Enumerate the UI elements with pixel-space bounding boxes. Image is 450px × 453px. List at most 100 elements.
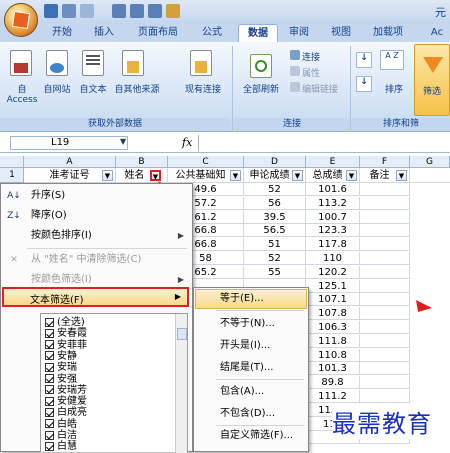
grid-cell[interactable]: 101.6 — [306, 183, 360, 196]
tab-addins[interactable]: 加载项 — [368, 24, 408, 42]
from-text-button[interactable]: 自文本 — [76, 82, 110, 95]
checklist-item[interactable]: 安静 — [45, 351, 77, 362]
checkbox-icon[interactable] — [45, 419, 54, 429]
connections-button[interactable]: 连接 — [302, 50, 332, 63]
grid-cell[interactable]: 51 — [244, 238, 306, 252]
open-icon[interactable] — [166, 4, 180, 18]
grid-cell[interactable]: 39.5 — [244, 210, 306, 224]
edit-links-button[interactable]: 编辑链接 — [302, 82, 348, 95]
save-icon[interactable] — [44, 4, 58, 18]
filter-dropdown-c[interactable]: ▼ — [230, 170, 241, 181]
filter-dropdown-d[interactable]: ▼ — [292, 170, 303, 181]
properties-button[interactable]: 属性 — [302, 66, 332, 79]
filter-dropdown-e[interactable]: ▼ — [346, 170, 357, 181]
grid-cell[interactable]: 107.8 — [306, 307, 360, 321]
grid-cell[interactable] — [360, 307, 410, 321]
checklist-item[interactable]: 白皓 — [45, 419, 77, 430]
checklist-item[interactable]: (全选) — [45, 317, 85, 328]
checklist-item[interactable]: 安瑞 — [45, 362, 77, 373]
checklist-item[interactable]: 白成亮 — [45, 407, 87, 418]
column-header-a[interactable]: A — [24, 156, 116, 168]
sort-button[interactable]: 排序 — [376, 82, 412, 95]
menu-sort-by-color[interactable]: 按颜色排序(I) ▶ — [1, 226, 192, 246]
print-preview-icon[interactable] — [112, 4, 126, 18]
fx-icon[interactable]: fx — [182, 136, 192, 149]
checkbox-icon[interactable] — [45, 441, 54, 451]
submenu-item[interactable]: 包含(A)... — [194, 382, 308, 402]
submenu-item[interactable]: 不包含(D)... — [194, 404, 308, 424]
grid-cell[interactable] — [360, 252, 410, 265]
grid-cell[interactable]: 55 — [244, 265, 306, 279]
menu-sort-asc[interactable]: A↓ 升序(S) — [1, 186, 192, 206]
filter-button[interactable]: 筛选 — [414, 84, 450, 97]
grid-cell[interactable]: 110 — [306, 252, 360, 265]
tab-home[interactable]: 开始 — [44, 24, 80, 42]
office-button[interactable] — [4, 3, 38, 37]
checklist-scrollbar[interactable] — [175, 314, 187, 453]
name-box-dropdown-icon[interactable]: ▼ — [120, 137, 126, 146]
grid-cell[interactable] — [360, 293, 410, 307]
grid-cell[interactable]: 89.8 — [306, 376, 360, 390]
submenu-item[interactable]: 不等于(N)... — [194, 314, 308, 334]
grid-cell[interactable]: 125.1 — [306, 279, 360, 293]
redo-icon[interactable] — [80, 4, 94, 18]
checkbox-icon[interactable] — [45, 407, 54, 417]
scroll-thumb[interactable] — [177, 328, 187, 340]
menu-clear-filter[interactable]: ✕ 从 "姓名" 中清除筛选(C) — [1, 250, 192, 270]
existing-connections-button[interactable]: 现有连接 — [180, 82, 226, 95]
formula-input[interactable] — [198, 135, 448, 151]
checklist-item[interactable]: 安健爱 — [45, 396, 87, 407]
tab-insert[interactable]: 插入 — [86, 24, 122, 42]
grid-cell[interactable]: 110.8 — [306, 348, 360, 362]
grid-cell[interactable]: 106.3 — [306, 321, 360, 334]
grid-cell[interactable] — [360, 238, 410, 252]
grid-cell[interactable]: 117.8 — [306, 238, 360, 252]
grid-cell[interactable] — [360, 390, 410, 403]
checkbox-icon[interactable] — [45, 340, 54, 350]
column-header-f[interactable]: F — [360, 156, 410, 168]
grid-cell[interactable] — [360, 348, 410, 362]
header-cell-essay[interactable]: 申论成绩 ▼ — [244, 168, 306, 183]
column-header-g[interactable]: G — [410, 156, 450, 168]
value-checklist[interactable]: (全选) 安春霞 安菲菲 安静 安瑞 安强 安瑞芳 安健爱 白成亮 白皓 白洁 白慧 — [40, 313, 188, 453]
sort-desc-small-button[interactable]: ↓ — [356, 76, 372, 92]
filter-dropdown-b[interactable]: ▼ — [150, 170, 161, 181]
header-cell-basic[interactable]: 公共基础知 ▼ — [168, 168, 244, 183]
grid-cell[interactable]: 113.2 — [306, 196, 360, 210]
checkbox-icon[interactable] — [45, 328, 54, 338]
grid-cell[interactable]: 56 — [244, 196, 306, 210]
tab-formulas[interactable]: 公式 — [194, 24, 230, 42]
grid-cell[interactable] — [360, 279, 410, 293]
grid-cell[interactable] — [360, 334, 410, 348]
name-box[interactable]: L19 — [10, 136, 128, 150]
grid-cell[interactable]: 100.7 — [306, 210, 360, 224]
from-web-button[interactable]: 自网站 — [40, 82, 74, 95]
tab-data[interactable]: 数据 — [238, 24, 278, 42]
checklist-item[interactable]: 安强 — [45, 374, 77, 385]
grid-cell[interactable]: 111.2 — [306, 390, 360, 403]
column-header-d[interactable]: D — [244, 156, 306, 168]
header-cell-name[interactable]: 姓名 ▼ — [116, 168, 168, 183]
column-header-e[interactable]: E — [306, 156, 360, 168]
tab-acrobat[interactable]: Ac — [424, 24, 450, 42]
grid-cell[interactable]: 111.8 — [306, 334, 360, 348]
checklist-item[interactable]: 安春霞 — [45, 328, 87, 339]
submenu-item[interactable]: 等于(E)... — [194, 289, 308, 309]
grid-cell[interactable]: 52 — [244, 183, 306, 196]
checklist-item[interactable]: 安菲菲 — [45, 340, 87, 351]
column-header-b[interactable]: B — [116, 156, 168, 168]
menu-text-filter[interactable]: 文本筛选(F) ▶ — [2, 287, 189, 307]
checkbox-icon[interactable] — [45, 385, 54, 395]
checklist-item[interactable]: 安瑞芳 — [45, 385, 87, 396]
submenu-item[interactable]: 结尾是(T)... — [194, 358, 308, 378]
filter-dropdown-a[interactable]: ▼ — [102, 170, 113, 181]
tab-page-layout[interactable]: 页面布局 — [132, 24, 184, 42]
tab-review[interactable]: 审阅 — [284, 24, 314, 42]
checkbox-icon[interactable] — [45, 317, 54, 327]
checkbox-icon[interactable] — [45, 351, 54, 361]
grid-cell[interactable] — [360, 210, 410, 224]
header-cell-note[interactable]: 备注 ▼ — [360, 168, 410, 183]
menu-sort-desc[interactable]: Z↓ 降序(O) — [1, 206, 192, 226]
grid-cell[interactable] — [360, 265, 410, 279]
checkbox-icon[interactable] — [45, 362, 54, 372]
